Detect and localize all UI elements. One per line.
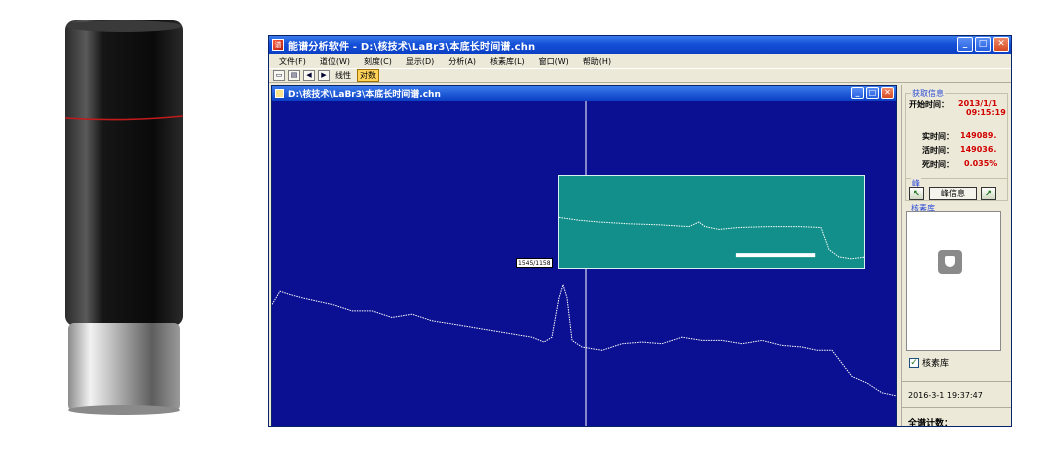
maximize-button[interactable]: □ (975, 37, 991, 52)
start-time-value: 09:15:19 (966, 108, 1006, 117)
menu-channel[interactable]: 道位(W) (320, 56, 350, 67)
spectrum-window-title-bar[interactable]: D:\核技术\LaBr3\本底长时间谱.chn _ □ ✕ (272, 86, 896, 101)
overview-canvas (558, 216, 867, 260)
menu-display[interactable]: 显示(D) (406, 56, 434, 67)
peak-group: 峰 ↖ 峰信息 ↗ (905, 178, 1008, 201)
log-scale-button[interactable]: 对数 (357, 69, 379, 82)
app-window: 谱 能谱分析软件 - D:\核技术\LaBr3\本底长时间谱.chn _ □ ✕… (268, 35, 1012, 427)
close-button[interactable]: ✕ (993, 37, 1009, 52)
minimize-button[interactable]: _ (957, 37, 973, 52)
document-icon (275, 89, 284, 98)
spectrum-window-title: D:\核技术\LaBr3\本底长时间谱.chn (288, 90, 441, 100)
toolbar: ▭ ▤ ◀ ▶ 线性 对数 (269, 68, 1011, 83)
dead-time-label: 死时间： (922, 160, 954, 169)
app-icon: 谱 (272, 39, 284, 51)
live-time-value: 149036. (960, 145, 997, 154)
nuclide-library-list[interactable] (906, 211, 1001, 351)
info-panel: 获取信息 开始时间： 2013/1/1 09:15:19 实时间： 149089… (901, 85, 1011, 427)
acquire-info-title: 获取信息 (911, 88, 945, 99)
divider (902, 407, 1011, 408)
menu-analyze[interactable]: 分析(A) (448, 56, 476, 67)
timestamp: 2016-3-1 19:37:47 (908, 391, 983, 400)
menu-file[interactable]: 文件(F) (279, 56, 306, 67)
overview-inset[interactable] (558, 175, 867, 269)
open-folder-icon[interactable]: ▭ (273, 70, 285, 81)
menu-window[interactable]: 窗口(W) (539, 56, 569, 67)
spectrum-plot[interactable]: 1545/1158 (272, 101, 896, 426)
library-checkbox-row[interactable]: ✓ 核素库 (909, 356, 949, 369)
start-time-label: 开始时间： (909, 100, 949, 109)
spectrum-window: D:\核技术\LaBr3\本底长时间谱.chn _ □ ✕ 1545/1158 (271, 85, 897, 426)
prev-peak-button[interactable]: ↖ (909, 187, 924, 200)
real-time-label: 实时间： (922, 132, 954, 141)
cursor-readout: 1545/1158 (516, 258, 553, 268)
child-close-button[interactable]: ✕ (881, 87, 894, 99)
total-counts-label: 全谱计数： (908, 419, 954, 427)
window-title: 能谱分析软件 - D:\核技术\LaBr3\本底长时间谱.chn (288, 41, 536, 53)
real-time-value: 149089. (960, 131, 997, 140)
live-time-label: 活时间： (922, 146, 954, 155)
peak-info-button[interactable]: 峰信息 (929, 187, 977, 200)
menu-library[interactable]: 核素库(L) (490, 56, 525, 67)
prev-icon[interactable]: ◀ (303, 70, 315, 81)
library-placeholder-icon (938, 250, 962, 274)
menu-bar: 文件(F) 道位(W) 刻度(C) 显示(D) 分析(A) 核素库(L) 窗口(… (269, 54, 1011, 68)
acquire-info-group: 获取信息 开始时间： 2013/1/1 09:15:19 实时间： 149089… (905, 88, 1008, 179)
next-icon[interactable]: ▶ (318, 70, 330, 81)
divider (902, 381, 1011, 382)
library-checkbox-label: 核素库 (922, 359, 950, 369)
menu-help[interactable]: 帮助(H) (583, 56, 611, 67)
dead-time-value: 0.035% (964, 159, 998, 168)
detector-photo (64, 20, 184, 415)
child-maximize-button[interactable]: □ (866, 87, 879, 99)
menu-calibrate[interactable]: 刻度(C) (364, 56, 392, 67)
linear-scale-button[interactable]: 线性 (333, 70, 353, 81)
next-peak-button[interactable]: ↗ (981, 187, 996, 200)
overview-trace (558, 216, 867, 260)
child-minimize-button[interactable]: _ (851, 87, 864, 99)
title-bar[interactable]: 谱 能谱分析软件 - D:\核技术\LaBr3\本底长时间谱.chn _ □ ✕ (269, 36, 1011, 54)
save-icon[interactable]: ▤ (288, 70, 300, 81)
start-date-value: 2013/1/1 (958, 99, 998, 108)
library-checkbox[interactable]: ✓ (909, 357, 919, 368)
